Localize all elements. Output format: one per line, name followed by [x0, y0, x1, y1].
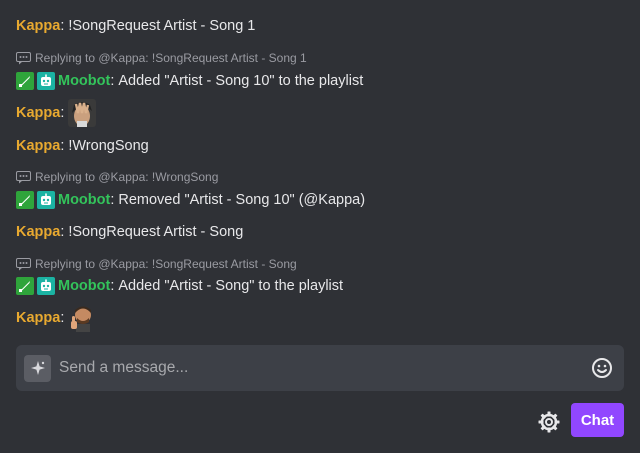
colon-separator: :: [60, 105, 65, 121]
facepalm-emote[interactable]: [68, 99, 97, 127]
username[interactable]: Kappa: [16, 222, 60, 242]
message-text: !SongRequest Artist - Song: [68, 224, 244, 240]
message-text: Removed "Artist - Song 10" (@Kappa): [118, 192, 366, 208]
chat-input-box: [16, 345, 624, 391]
reply-icon: [16, 51, 31, 65]
message-text: !SongRequest Artist - Song 1: [68, 18, 256, 34]
username[interactable]: Moobot: [58, 71, 110, 91]
message-text: Added "Artist - Song 10" to the playlist: [118, 73, 364, 89]
username[interactable]: Kappa: [16, 103, 60, 123]
colon-separator: :: [110, 192, 115, 208]
message-text: !WrongSong: [68, 138, 149, 154]
chat-message: Kappa:: [16, 97, 624, 129]
username[interactable]: Kappa: [16, 16, 60, 36]
chat-message: Moobot: Added "Artist - Song 10" to the …: [16, 71, 624, 91]
bot-badge[interactable]: [37, 277, 55, 295]
reply-indicator[interactable]: Replying to @Kappa: !SongRequest Artist …: [16, 257, 297, 271]
colon-separator: :: [110, 278, 115, 294]
username[interactable]: Kappa: [16, 136, 60, 156]
colon-separator: :: [60, 310, 65, 326]
colon-separator: :: [60, 18, 65, 34]
reply-text: Replying to @Kappa: !SongRequest Artist …: [35, 257, 297, 271]
bot-badge[interactable]: [37, 72, 55, 90]
reply-text: Replying to @Kappa: !SongRequest Artist …: [35, 51, 307, 65]
message-input[interactable]: [59, 353, 590, 383]
chat-message: Kappa: !WrongSong: [16, 136, 624, 156]
colon-separator: :: [110, 73, 115, 89]
chat-message: Kappa: !SongRequest Artist - Song 1: [16, 16, 624, 36]
reply-indicator[interactable]: Replying to @Kappa: !WrongSong: [16, 170, 218, 184]
message-text: Added "Artist - Song" to the playlist: [118, 278, 344, 294]
username[interactable]: Kappa: [16, 308, 60, 328]
thumbs-up-emote[interactable]: [68, 304, 96, 332]
emoji-smiley-icon[interactable]: [590, 356, 614, 380]
bot-badge[interactable]: [37, 191, 55, 209]
reply-indicator[interactable]: Replying to @Kappa: !SongRequest Artist …: [16, 51, 307, 65]
chat-message: Moobot: Removed "Artist - Song 10" (@Kap…: [16, 190, 624, 210]
gear-icon[interactable]: [538, 411, 560, 433]
chat-message: Kappa: !SongRequest Artist - Song: [16, 222, 624, 242]
reply-text: Replying to @Kappa: !WrongSong: [35, 170, 219, 184]
reply-icon: [16, 170, 31, 184]
moderator-badge[interactable]: [16, 277, 34, 295]
colon-separator: :: [60, 138, 65, 154]
username[interactable]: Moobot: [58, 276, 110, 296]
moderator-badge[interactable]: [16, 191, 34, 209]
chat-log: Kappa: !SongRequest Artist - Song 1 Repl…: [0, 0, 640, 340]
colon-separator: :: [60, 224, 65, 240]
reply-icon: [16, 257, 31, 271]
sparkle-icon[interactable]: [24, 354, 51, 382]
chat-message: Kappa:: [16, 302, 624, 334]
chat-message: Moobot: Added "Artist - Song" to the pla…: [16, 276, 624, 296]
chat-send-button[interactable]: Chat: [571, 403, 624, 437]
username[interactable]: Moobot: [58, 190, 110, 210]
moderator-badge[interactable]: [16, 72, 34, 90]
